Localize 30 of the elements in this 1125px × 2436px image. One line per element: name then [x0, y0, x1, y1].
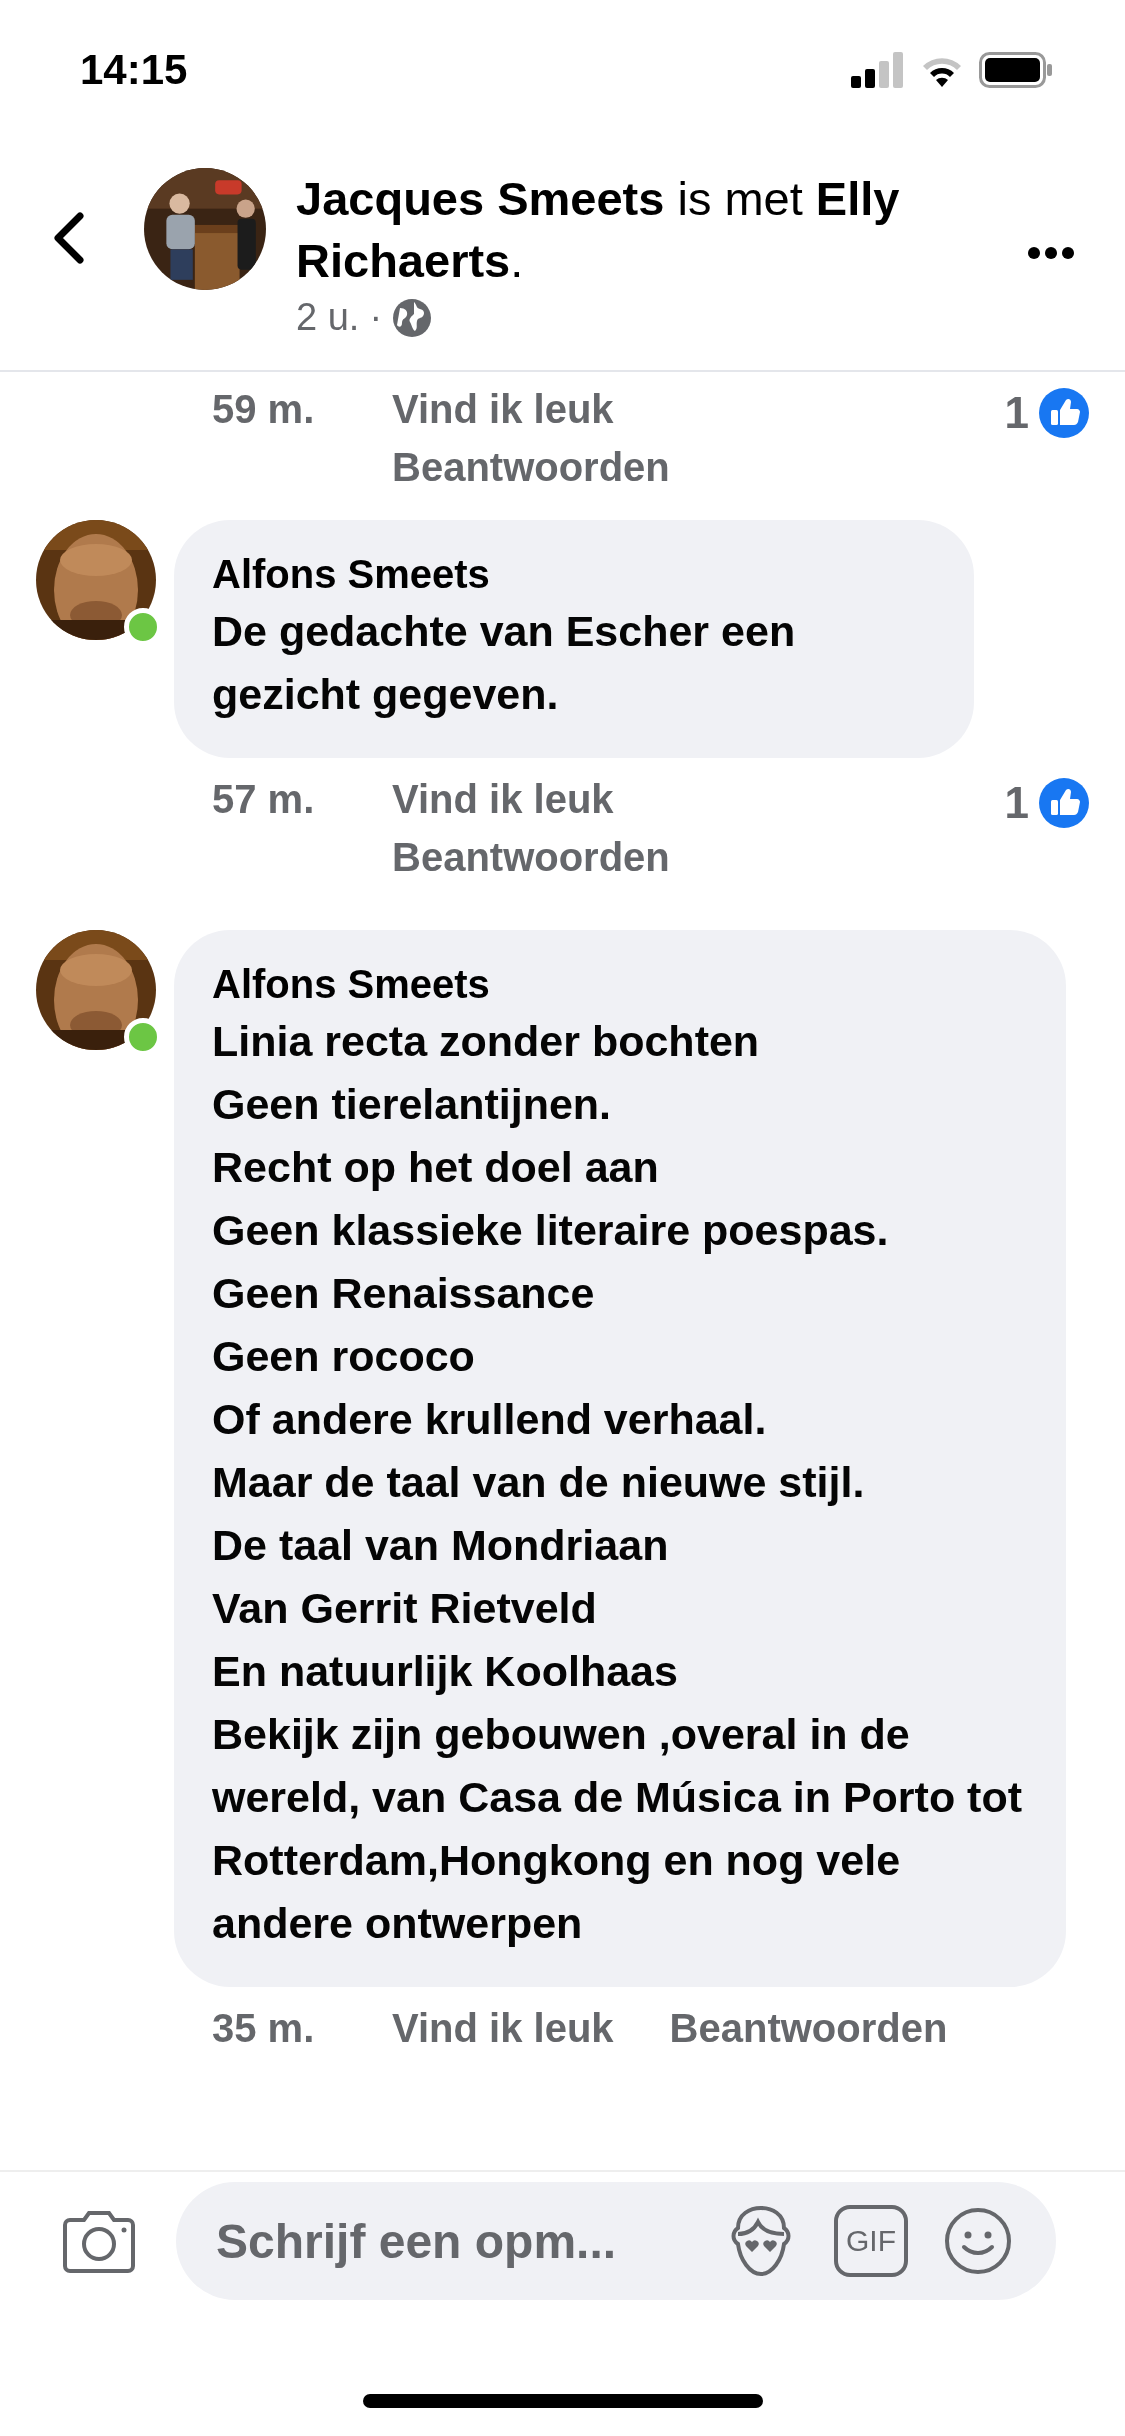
like-icon [1039, 388, 1089, 438]
back-icon[interactable] [52, 212, 86, 264]
gif-button[interactable]: GIF [834, 2205, 908, 2277]
more-icon[interactable] [1027, 246, 1075, 260]
comment-author[interactable]: Alfons Smeets [212, 548, 936, 600]
like-link[interactable]: Vind ik leuk [392, 380, 614, 438]
post-title: Jacques Smeets is met Elly Richaerts. [296, 171, 901, 289]
reaction-count: 1 [1004, 387, 1029, 439]
signal-icon [851, 52, 905, 88]
separator-dot: · [369, 296, 383, 339]
globe-icon [392, 297, 433, 338]
emoji-icon[interactable] [944, 2207, 1012, 2275]
comment-time: 35 m. [212, 2005, 316, 2052]
reply-link[interactable]: Beantwoorden [669, 1999, 948, 2057]
reply-link[interactable]: Beantwoorden [392, 828, 670, 886]
reaction-count: 1 [1004, 777, 1029, 829]
comment-field[interactable]: Schrijf een opm... GIF [176, 2182, 1056, 2300]
camera-icon[interactable] [62, 2208, 136, 2274]
comment-time: 59 m. [212, 386, 316, 433]
comment-author[interactable]: Alfons Smeets [212, 958, 1028, 1010]
comment-text: Linia recta zonder bochten Geen tierelantijnen. Recht op het doel aan Geen klassieke literaire poespas. Geen Renaissance Geen rococo Of andere krullend verhaal. Maar de taal van de nieuwe stijl. De taal van Mondriaan Van Gerrit Rietveld En natuurlijk Koolhaas Bekijk zijn gebouwen ,overal in de wereld, van Casa de Música in Porto tot Rotterdam,Hongkong en nog vele andere ontwerpen [212, 1016, 1024, 1949]
like-icon [1039, 778, 1089, 828]
battery-icon [979, 52, 1053, 88]
post-age: 2 u. [296, 296, 360, 339]
like-link[interactable]: Vind ik leuk [392, 1999, 614, 2057]
like-link[interactable]: Vind ik leuk [392, 770, 614, 828]
status-time: 14:15 [80, 46, 188, 94]
reply-link[interactable]: Beantwoorden [392, 438, 670, 496]
comment-text: De gedachte van Escher een gezicht gegeven. [212, 606, 797, 720]
comment-time: 57 m. [212, 776, 316, 823]
